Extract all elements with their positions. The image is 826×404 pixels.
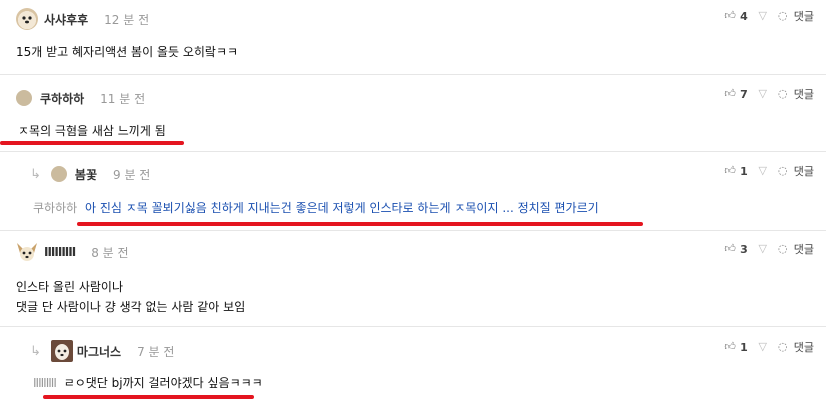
reply-item: ↳ 마그너스 7 분 전 IIIIIIIII ㄹㅇ댓단 bj까지 걸러야겠다 싶… (0, 327, 826, 404)
mention-tag[interactable]: IIIIIIIII (33, 376, 57, 390)
like-count: 1 (740, 164, 748, 178)
chihuahua-icon (17, 243, 37, 261)
speech-bubble-icon[interactable]: ◌ (776, 87, 790, 101)
comment-actions: 👍︎ 7 ▽ ◌ 댓글 (723, 86, 814, 102)
comment-item: 사샤후후 12 분 전 15개 받고 혜자리액션 봄이 올듯 오히랔ㅋㅋ 👍︎ … (0, 0, 826, 75)
nickname[interactable]: 쿠하하하 (40, 90, 84, 107)
nickname[interactable]: 봄꽃 (75, 166, 97, 183)
thumbs-down-icon[interactable]: ▽ (756, 242, 770, 256)
reply-item: ↳ 봄꽃 9 분 전 쿠하하하 아 진심 ㅈ목 꼴뵈기싫음 친하게 지내는건 좋… (0, 152, 826, 231)
avatar-chihuahua[interactable] (16, 241, 38, 263)
comment-text: 쿠하하하 아 진심 ㅈ목 꼴뵈기싫음 친하게 지내는건 좋은데 저렇게 인스타로… (33, 201, 599, 215)
comment-text: 15개 받고 혜자리액션 봄이 올듯 오히랔ㅋㅋ (16, 45, 239, 59)
thumbs-up-icon[interactable]: 👍︎ (723, 9, 737, 23)
like-count: 7 (740, 87, 748, 101)
comment-actions: 👍︎ 1 ▽ ◌ 댓글 (723, 339, 814, 355)
comment-item: IIIIIIIII 8 분 전 인스타 올린 사람이나 댓글 단 사람이나 걍 … (0, 231, 826, 327)
nickname[interactable]: 사샤후후 (44, 11, 88, 28)
reply-arrow-icon: ↳ (30, 343, 41, 359)
highlight-underline (0, 141, 184, 145)
thumbs-up-icon[interactable]: 👍︎ (723, 242, 737, 256)
thumbs-down-icon[interactable]: ▽ (756, 9, 770, 23)
comment-item: 쿠하하하 11 분 전 ㅈ목의 극혐을 새삼 느끼게 됨 👍︎ 7 ▽ ◌ 댓글 (0, 75, 826, 152)
timestamp: 9 분 전 (113, 167, 151, 182)
comment-actions: 👍︎ 4 ▽ ◌ 댓글 (723, 8, 814, 24)
speech-bubble-icon[interactable]: ◌ (776, 9, 790, 23)
thumbs-up-icon[interactable]: 👍︎ (723, 87, 737, 101)
thumbs-up-icon[interactable]: 👍︎ (723, 164, 737, 178)
reply-button[interactable]: 댓글 (794, 163, 814, 179)
reply-arrow-icon: ↳ (30, 166, 41, 182)
dog-face-icon (22, 16, 32, 24)
nickname[interactable]: 마그너스 (77, 343, 121, 360)
comment-text: ㅈ목의 극혐을 새삼 느끼게 됨 (18, 124, 166, 138)
reply-button[interactable]: 댓글 (794, 339, 814, 355)
reply-button[interactable]: 댓글 (794, 8, 814, 24)
timestamp: 11 분 전 (100, 91, 146, 106)
like-count: 3 (740, 242, 748, 256)
comment-actions: 👍︎ 1 ▽ ◌ 댓글 (723, 163, 814, 179)
speech-bubble-icon[interactable]: ◌ (776, 340, 790, 354)
mention-tag[interactable]: 쿠하하하 (33, 201, 77, 215)
comment-text: 인스타 올린 사람이나 댓글 단 사람이나 걍 생각 없는 사람 같아 보임 (16, 280, 246, 314)
comment-text: IIIIIIIII ㄹㅇ댓단 bj까지 걸러야겠다 싶음ㅋㅋㅋ (33, 376, 263, 390)
reply-button[interactable]: 댓글 (794, 241, 814, 257)
timestamp: 7 분 전 (137, 344, 175, 359)
comment-actions: 👍︎ 3 ▽ ◌ 댓글 (723, 241, 814, 257)
avatar-default[interactable] (16, 90, 32, 106)
reply-button[interactable]: 댓글 (794, 86, 814, 102)
thumbs-up-icon[interactable]: 👍︎ (723, 340, 737, 354)
thumbs-down-icon[interactable]: ▽ (756, 87, 770, 101)
like-count: 4 (740, 9, 748, 23)
speech-bubble-icon[interactable]: ◌ (776, 164, 790, 178)
speech-bubble-icon[interactable]: ◌ (776, 242, 790, 256)
avatar-dog[interactable] (16, 8, 38, 30)
nickname[interactable]: IIIIIIIII (44, 245, 76, 259)
thumbs-down-icon[interactable]: ▽ (756, 340, 770, 354)
timestamp: 12 분 전 (104, 12, 150, 27)
like-count: 1 (740, 340, 748, 354)
highlight-underline (43, 395, 254, 399)
thumbs-down-icon[interactable]: ▽ (756, 164, 770, 178)
highlight-underline (77, 222, 643, 226)
timestamp: 8 분 전 (91, 245, 129, 260)
puppy-face-icon (54, 344, 69, 360)
avatar-puppy[interactable] (50, 340, 73, 362)
avatar-default[interactable] (50, 166, 67, 182)
